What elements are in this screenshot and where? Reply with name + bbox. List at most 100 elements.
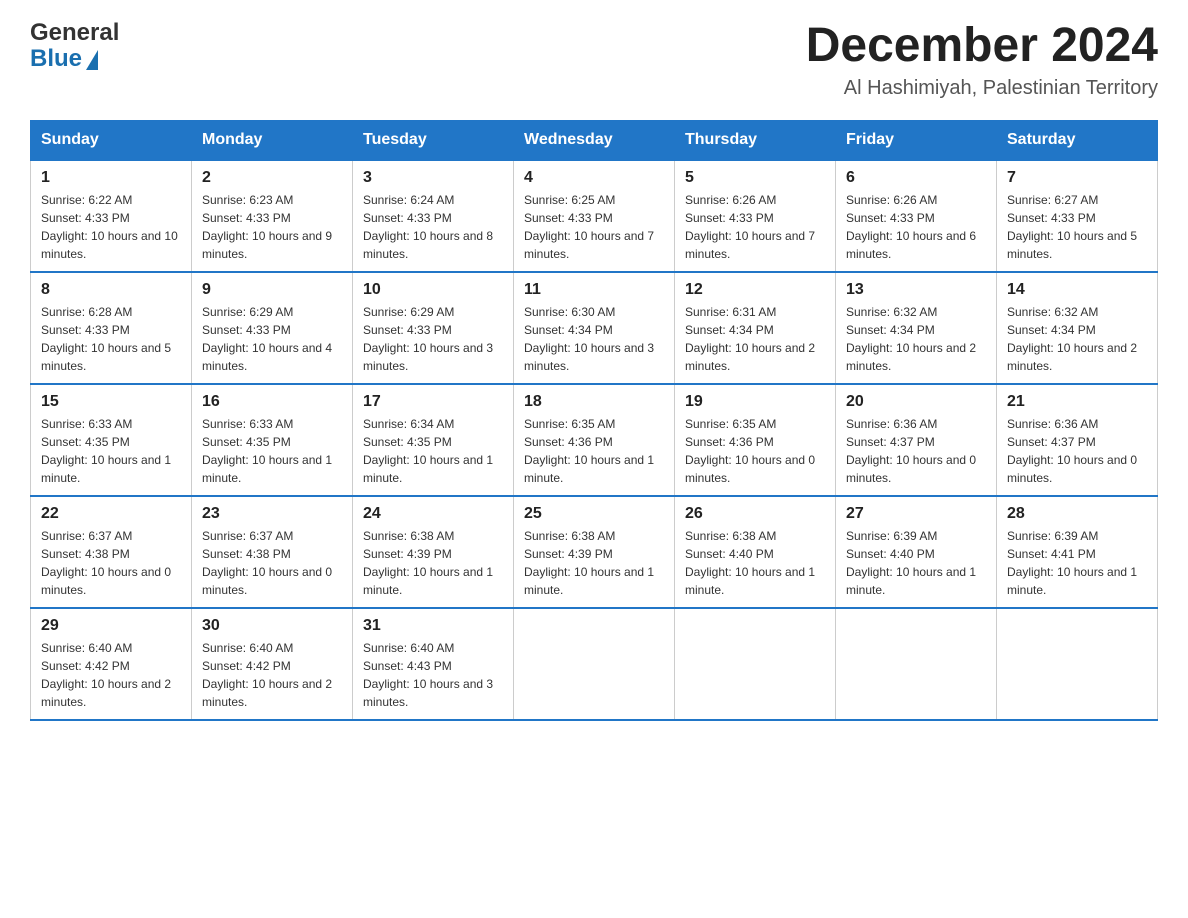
day-info: Sunrise: 6:35 AMSunset: 4:36 PMDaylight:… [685, 417, 815, 485]
day-number: 1 [41, 169, 181, 187]
day-number: 6 [846, 169, 986, 187]
day-info: Sunrise: 6:40 AMSunset: 4:42 PMDaylight:… [41, 641, 171, 709]
table-row: 19 Sunrise: 6:35 AMSunset: 4:36 PMDaylig… [675, 384, 836, 496]
day-number: 25 [524, 505, 664, 523]
table-row: 20 Sunrise: 6:36 AMSunset: 4:37 PMDaylig… [836, 384, 997, 496]
calendar-week-2: 8 Sunrise: 6:28 AMSunset: 4:33 PMDayligh… [31, 272, 1158, 384]
day-info: Sunrise: 6:38 AMSunset: 4:39 PMDaylight:… [363, 529, 493, 597]
day-info: Sunrise: 6:39 AMSunset: 4:40 PMDaylight:… [846, 529, 976, 597]
day-number: 12 [685, 281, 825, 299]
table-row: 23 Sunrise: 6:37 AMSunset: 4:38 PMDaylig… [192, 496, 353, 608]
calendar-week-3: 15 Sunrise: 6:33 AMSunset: 4:35 PMDaylig… [31, 384, 1158, 496]
day-number: 23 [202, 505, 342, 523]
table-row [514, 608, 675, 720]
logo-triangle-icon [86, 50, 98, 70]
day-info: Sunrise: 6:32 AMSunset: 4:34 PMDaylight:… [1007, 305, 1137, 373]
day-number: 19 [685, 393, 825, 411]
table-row: 8 Sunrise: 6:28 AMSunset: 4:33 PMDayligh… [31, 272, 192, 384]
col-tuesday: Tuesday [353, 120, 514, 160]
calendar-week-5: 29 Sunrise: 6:40 AMSunset: 4:42 PMDaylig… [31, 608, 1158, 720]
title-block: December 2024 Al Hashimiyah, Palestinian… [806, 20, 1158, 100]
day-number: 5 [685, 169, 825, 187]
day-number: 4 [524, 169, 664, 187]
table-row: 25 Sunrise: 6:38 AMSunset: 4:39 PMDaylig… [514, 496, 675, 608]
col-saturday: Saturday [997, 120, 1158, 160]
day-info: Sunrise: 6:37 AMSunset: 4:38 PMDaylight:… [202, 529, 332, 597]
day-info: Sunrise: 6:23 AMSunset: 4:33 PMDaylight:… [202, 193, 332, 261]
day-number: 20 [846, 393, 986, 411]
day-number: 15 [41, 393, 181, 411]
day-info: Sunrise: 6:40 AMSunset: 4:43 PMDaylight:… [363, 641, 493, 709]
col-monday: Monday [192, 120, 353, 160]
day-number: 22 [41, 505, 181, 523]
table-row: 16 Sunrise: 6:33 AMSunset: 4:35 PMDaylig… [192, 384, 353, 496]
table-row: 30 Sunrise: 6:40 AMSunset: 4:42 PMDaylig… [192, 608, 353, 720]
day-number: 21 [1007, 393, 1147, 411]
month-title: December 2024 [806, 20, 1158, 73]
table-row: 29 Sunrise: 6:40 AMSunset: 4:42 PMDaylig… [31, 608, 192, 720]
table-row: 13 Sunrise: 6:32 AMSunset: 4:34 PMDaylig… [836, 272, 997, 384]
day-number: 8 [41, 281, 181, 299]
day-info: Sunrise: 6:26 AMSunset: 4:33 PMDaylight:… [685, 193, 815, 261]
table-row: 21 Sunrise: 6:36 AMSunset: 4:37 PMDaylig… [997, 384, 1158, 496]
day-number: 2 [202, 169, 342, 187]
table-row: 12 Sunrise: 6:31 AMSunset: 4:34 PMDaylig… [675, 272, 836, 384]
day-number: 17 [363, 393, 503, 411]
day-info: Sunrise: 6:27 AMSunset: 4:33 PMDaylight:… [1007, 193, 1137, 261]
day-info: Sunrise: 6:33 AMSunset: 4:35 PMDaylight:… [202, 417, 332, 485]
col-thursday: Thursday [675, 120, 836, 160]
table-row: 26 Sunrise: 6:38 AMSunset: 4:40 PMDaylig… [675, 496, 836, 608]
day-number: 9 [202, 281, 342, 299]
day-number: 13 [846, 281, 986, 299]
calendar-header-row: Sunday Monday Tuesday Wednesday Thursday… [31, 120, 1158, 160]
table-row: 22 Sunrise: 6:37 AMSunset: 4:38 PMDaylig… [31, 496, 192, 608]
day-info: Sunrise: 6:35 AMSunset: 4:36 PMDaylight:… [524, 417, 654, 485]
table-row: 6 Sunrise: 6:26 AMSunset: 4:33 PMDayligh… [836, 160, 997, 272]
page-header: General Blue December 2024 Al Hashimiyah… [30, 20, 1158, 100]
day-number: 16 [202, 393, 342, 411]
table-row: 28 Sunrise: 6:39 AMSunset: 4:41 PMDaylig… [997, 496, 1158, 608]
day-number: 11 [524, 281, 664, 299]
col-wednesday: Wednesday [514, 120, 675, 160]
day-info: Sunrise: 6:38 AMSunset: 4:39 PMDaylight:… [524, 529, 654, 597]
day-number: 30 [202, 617, 342, 635]
day-info: Sunrise: 6:37 AMSunset: 4:38 PMDaylight:… [41, 529, 171, 597]
logo-general-text: General [30, 20, 119, 46]
col-friday: Friday [836, 120, 997, 160]
day-number: 26 [685, 505, 825, 523]
table-row: 9 Sunrise: 6:29 AMSunset: 4:33 PMDayligh… [192, 272, 353, 384]
table-row: 17 Sunrise: 6:34 AMSunset: 4:35 PMDaylig… [353, 384, 514, 496]
day-number: 10 [363, 281, 503, 299]
table-row: 15 Sunrise: 6:33 AMSunset: 4:35 PMDaylig… [31, 384, 192, 496]
day-info: Sunrise: 6:31 AMSunset: 4:34 PMDaylight:… [685, 305, 815, 373]
table-row: 5 Sunrise: 6:26 AMSunset: 4:33 PMDayligh… [675, 160, 836, 272]
calendar-table: Sunday Monday Tuesday Wednesday Thursday… [30, 120, 1158, 721]
table-row [675, 608, 836, 720]
day-info: Sunrise: 6:38 AMSunset: 4:40 PMDaylight:… [685, 529, 815, 597]
day-number: 28 [1007, 505, 1147, 523]
day-number: 27 [846, 505, 986, 523]
day-number: 24 [363, 505, 503, 523]
table-row [997, 608, 1158, 720]
col-sunday: Sunday [31, 120, 192, 160]
day-info: Sunrise: 6:29 AMSunset: 4:33 PMDaylight:… [202, 305, 332, 373]
day-number: 31 [363, 617, 503, 635]
day-number: 3 [363, 169, 503, 187]
table-row: 14 Sunrise: 6:32 AMSunset: 4:34 PMDaylig… [997, 272, 1158, 384]
day-info: Sunrise: 6:36 AMSunset: 4:37 PMDaylight:… [846, 417, 976, 485]
table-row: 7 Sunrise: 6:27 AMSunset: 4:33 PMDayligh… [997, 160, 1158, 272]
table-row: 24 Sunrise: 6:38 AMSunset: 4:39 PMDaylig… [353, 496, 514, 608]
table-row: 27 Sunrise: 6:39 AMSunset: 4:40 PMDaylig… [836, 496, 997, 608]
day-number: 7 [1007, 169, 1147, 187]
day-info: Sunrise: 6:32 AMSunset: 4:34 PMDaylight:… [846, 305, 976, 373]
day-info: Sunrise: 6:26 AMSunset: 4:33 PMDaylight:… [846, 193, 976, 261]
logo-blue-text: Blue [30, 46, 82, 72]
day-info: Sunrise: 6:39 AMSunset: 4:41 PMDaylight:… [1007, 529, 1137, 597]
day-info: Sunrise: 6:22 AMSunset: 4:33 PMDaylight:… [41, 193, 178, 261]
logo: General Blue [30, 20, 119, 73]
day-info: Sunrise: 6:24 AMSunset: 4:33 PMDaylight:… [363, 193, 493, 261]
table-row: 10 Sunrise: 6:29 AMSunset: 4:33 PMDaylig… [353, 272, 514, 384]
day-info: Sunrise: 6:40 AMSunset: 4:42 PMDaylight:… [202, 641, 332, 709]
table-row: 2 Sunrise: 6:23 AMSunset: 4:33 PMDayligh… [192, 160, 353, 272]
day-info: Sunrise: 6:36 AMSunset: 4:37 PMDaylight:… [1007, 417, 1137, 485]
